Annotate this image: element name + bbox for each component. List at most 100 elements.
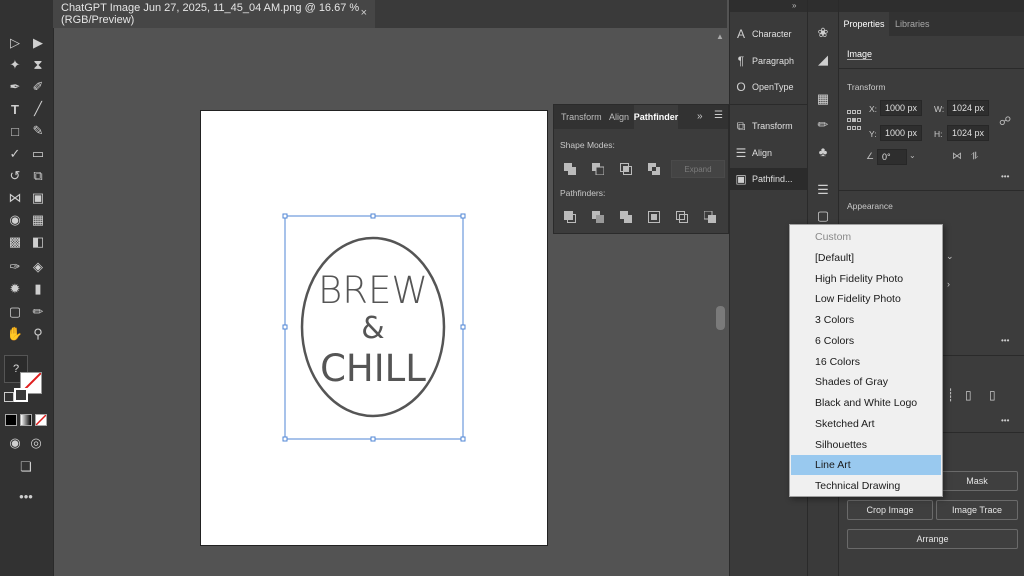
pen-tool-icon[interactable]: ✒	[5, 78, 25, 96]
paintbrush-tool-icon[interactable]: ✎	[28, 122, 48, 140]
selection-tool-icon[interactable]: ▷	[5, 34, 25, 52]
blend-tool-icon[interactable]: ◈	[28, 258, 48, 276]
preset-item-16-colors[interactable]: 16 Colors	[791, 352, 941, 372]
constrain-proportions-icon[interactable]: ☍	[999, 114, 1011, 128]
reference-point-icon[interactable]	[847, 110, 861, 130]
scale-tool-icon[interactable]: ⧉	[28, 167, 48, 185]
resize-handle-right[interactable]	[460, 324, 466, 330]
edit-toolbar-button[interactable]: •••	[16, 487, 36, 505]
resize-handle-left[interactable]	[282, 324, 288, 330]
hand-tool-icon[interactable]: ✋	[5, 325, 25, 343]
minus-back-icon[interactable]	[703, 210, 716, 223]
crop-image-button[interactable]: Crop Image	[847, 500, 933, 520]
graphic-styles-icon[interactable]: ▦	[813, 90, 833, 108]
distribute-icon[interactable]: ▯	[989, 388, 996, 402]
brushes-icon[interactable]: ✏	[813, 116, 833, 134]
resize-handle-bottom-left[interactable]	[282, 436, 288, 442]
canvas-scrollbar-thumb[interactable]	[716, 306, 725, 330]
placed-image[interactable]: BREW & CHILL	[280, 211, 470, 443]
symbol-sprayer-tool-icon[interactable]: ✹	[5, 280, 25, 298]
none-mode-icon[interactable]	[35, 414, 47, 426]
transform-more-options[interactable]: •••	[1001, 172, 1009, 181]
resize-handle-bottom[interactable]	[370, 436, 376, 442]
preset-item-sketched-art[interactable]: Sketched Art	[791, 414, 941, 434]
line-segment-tool-icon[interactable]: ╱	[28, 100, 48, 118]
mask-button[interactable]: Mask	[936, 471, 1018, 491]
preset-item-line-art[interactable]: Line Art	[791, 455, 941, 475]
resize-handle-top[interactable]	[370, 213, 376, 219]
eraser-tool-icon[interactable]: ▭	[28, 145, 48, 163]
flip-vertical-icon[interactable]: ⥮	[971, 151, 978, 162]
resize-handle-top-right[interactable]	[460, 213, 466, 219]
resize-handle-top-left[interactable]	[282, 213, 288, 219]
dock-item-align[interactable]: ☰ Align	[730, 142, 807, 164]
panel-collapse-icon[interactable]: »	[697, 111, 703, 122]
artboards-icon[interactable]: ▢	[813, 207, 833, 225]
slice-tool-icon[interactable]: ✏	[28, 303, 48, 321]
width-input[interactable]: 1024 px	[947, 100, 989, 116]
intersect-icon[interactable]	[620, 163, 632, 175]
swatches-icon[interactable]: ◢	[813, 51, 833, 69]
align-more-options[interactable]: •••	[1001, 416, 1009, 425]
symbols-icon[interactable]: ♣	[813, 142, 833, 160]
resize-handle-bottom-right[interactable]	[460, 436, 466, 442]
dock-item-opentype[interactable]: O OpenType	[730, 76, 807, 98]
crop-icon[interactable]	[648, 211, 660, 223]
preset-item-low-fidelity-photo[interactable]: Low Fidelity Photo	[791, 289, 941, 309]
free-transform-tool-icon[interactable]: ▣	[28, 189, 48, 207]
dock-item-character[interactable]: A Character	[730, 23, 807, 45]
perspective-grid-tool-icon[interactable]: ▦	[28, 211, 48, 229]
preset-item-shades-of-gray[interactable]: Shades of Gray	[791, 372, 941, 392]
arrange-button[interactable]: Arrange	[847, 529, 1018, 549]
appearance-dropdown-chevron-icon[interactable]: ⌄	[946, 251, 954, 262]
image-trace-button[interactable]: Image Trace	[936, 500, 1018, 520]
unite-icon[interactable]	[564, 163, 576, 175]
document-tab[interactable]: ChatGPT Image Jun 27, 2025, 11_45_04 AM.…	[53, 0, 375, 28]
appearance-expand-chevron-icon[interactable]: ›	[947, 279, 950, 289]
minus-front-icon[interactable]	[592, 163, 605, 176]
preset-item-black-and-white-logo[interactable]: Black and White Logo	[791, 393, 941, 413]
exclude-icon[interactable]	[648, 163, 660, 175]
color-guide-icon[interactable]: ❀	[813, 24, 833, 42]
curvature-tool-icon[interactable]: ✐	[28, 78, 48, 96]
x-position-input[interactable]: 1000 px	[880, 100, 922, 116]
draw-behind-icon[interactable]: ◎	[26, 434, 46, 452]
rotate-tool-icon[interactable]: ↺	[5, 167, 25, 185]
lasso-tool-icon[interactable]: ⧗	[28, 56, 48, 74]
tab-transform[interactable]: Transform	[561, 105, 602, 129]
screen-mode-icon[interactable]: ❏	[16, 458, 36, 476]
expand-button[interactable]: Expand	[671, 160, 725, 178]
divide-icon[interactable]	[564, 211, 576, 223]
preset-item-3-colors[interactable]: 3 Colors	[791, 310, 941, 330]
layers-icon[interactable]: ☰	[813, 181, 833, 199]
mesh-tool-icon[interactable]: ▩	[5, 233, 25, 251]
flip-horizontal-icon[interactable]: ⋈	[952, 151, 962, 162]
tab-properties[interactable]: Properties	[839, 12, 889, 36]
default-colors-icon[interactable]	[4, 392, 14, 402]
y-position-input[interactable]: 1000 px	[880, 125, 922, 141]
preset-item-silhouettes[interactable]: Silhouettes	[791, 435, 941, 455]
trim-icon[interactable]	[592, 211, 604, 223]
zoom-tool-icon[interactable]: ⚲	[28, 325, 48, 343]
merge-icon[interactable]	[620, 211, 632, 223]
gradient-tool-icon[interactable]: ◧	[28, 233, 48, 251]
preset-item-default[interactable]: [Default]	[791, 248, 941, 268]
dock-item-paragraph[interactable]: ¶ Paragraph	[730, 50, 807, 72]
close-tab-icon[interactable]: ×	[361, 7, 367, 19]
align-left-icon[interactable]: ┊	[947, 388, 954, 402]
shaper-tool-icon[interactable]: ✓	[5, 145, 25, 163]
stroke-swatch[interactable]	[14, 388, 28, 402]
rotate-angle-input[interactable]: 0°	[877, 149, 907, 165]
type-tool-icon[interactable]: T	[5, 100, 25, 118]
draw-normal-icon[interactable]: ◉	[5, 434, 25, 452]
artboard-tool-icon[interactable]: ▢	[5, 303, 25, 321]
align-bottom-icon[interactable]: ▯	[965, 388, 972, 402]
scroll-up-arrow-icon[interactable]: ▲	[716, 32, 725, 42]
tab-libraries[interactable]: Libraries	[895, 19, 930, 29]
eyedropper-tool-icon[interactable]: ✑	[5, 258, 25, 276]
shape-builder-tool-icon[interactable]: ◉	[5, 211, 25, 229]
magic-wand-tool-icon[interactable]: ✦	[5, 56, 25, 74]
dock-collapse-icon[interactable]: »	[792, 1, 796, 10]
dock-item-pathfinder[interactable]: ▣ Pathfind...	[730, 168, 807, 190]
tab-pathfinder[interactable]: Pathfinder	[634, 105, 678, 129]
